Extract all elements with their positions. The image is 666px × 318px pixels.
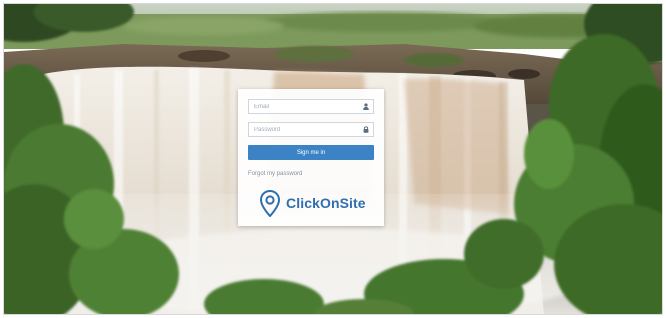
password-input[interactable] bbox=[254, 123, 354, 136]
sign-in-button[interactable]: Sign me in bbox=[248, 145, 374, 160]
email-input[interactable] bbox=[254, 100, 354, 113]
lock-icon bbox=[363, 126, 369, 133]
brand-name: ClickOnSite bbox=[286, 195, 366, 211]
login-card: Sign me in Forgot my password ClickOnSit… bbox=[238, 89, 384, 226]
location-pin-icon bbox=[260, 189, 280, 217]
forgot-password-link[interactable]: Forgot my password bbox=[248, 171, 302, 177]
email-field[interactable] bbox=[248, 99, 374, 114]
page-frame: Sign me in Forgot my password ClickOnSit… bbox=[3, 3, 663, 315]
person-icon bbox=[363, 103, 369, 110]
password-field[interactable] bbox=[248, 122, 374, 137]
brand-logo: ClickOnSite bbox=[260, 189, 366, 217]
